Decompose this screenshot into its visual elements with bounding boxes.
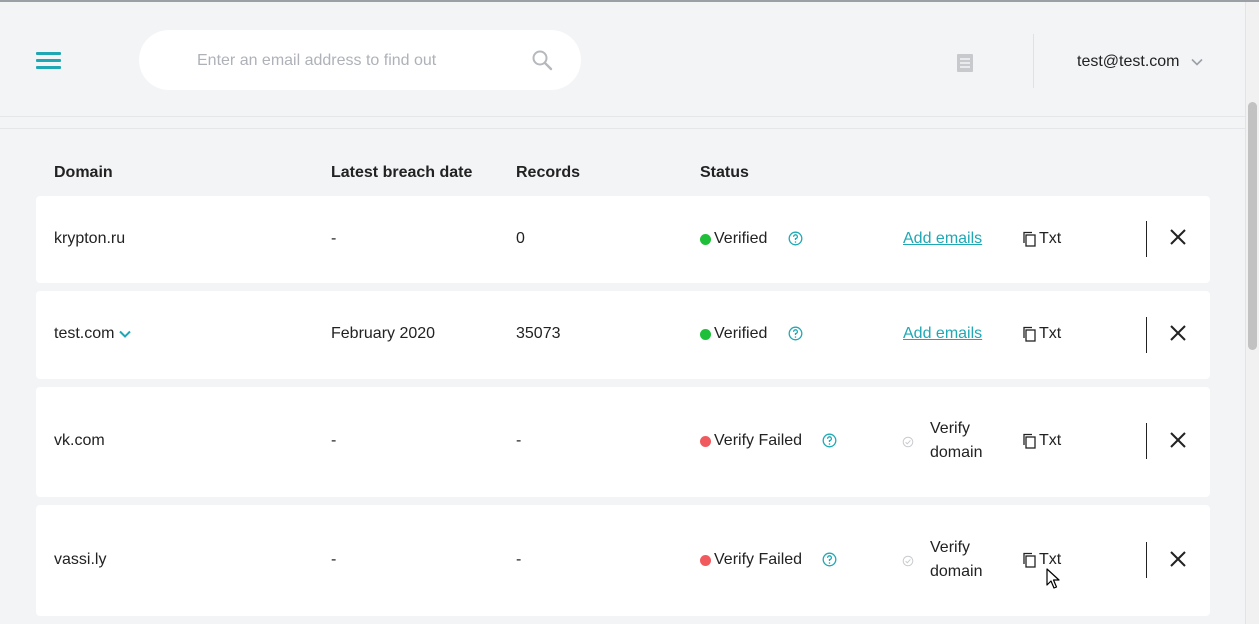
search-bar — [139, 30, 581, 90]
domain-cell: krypton.ru — [54, 230, 126, 247]
add-emails-link[interactable]: Add emails — [903, 230, 982, 248]
table-row: vk.com - - Verify Failed Verify domain T… — [36, 387, 1210, 497]
status-text: Verify Failed — [714, 551, 803, 568]
status-text: Verify Failed — [714, 432, 803, 449]
vertical-scrollbar[interactable] — [1245, 2, 1259, 624]
table-row: test.com February 2020 35073 Verified Ad… — [36, 291, 1210, 379]
status-text: Verified — [714, 325, 768, 342]
check-circle-icon — [902, 555, 914, 567]
copy-icon — [1023, 433, 1036, 449]
column-header-latest-breach-date: Latest breach date — [331, 164, 473, 181]
column-header-records: Records — [516, 164, 581, 181]
status-dot-verified — [700, 329, 711, 340]
table-row: krypton.ru - 0 Verified Add emails Txt — [36, 196, 1210, 283]
row-divider — [1146, 542, 1147, 578]
close-icon[interactable] — [1169, 324, 1187, 342]
status-text: Verified — [714, 230, 768, 247]
question-circle-icon[interactable] — [788, 326, 803, 341]
domain-cell: test.com — [54, 325, 132, 343]
header-separator — [0, 116, 1245, 117]
user-email: test@test.com — [1077, 53, 1180, 70]
verify-domain-line1: Verify — [930, 539, 971, 556]
verify-domain-line2: domain — [930, 444, 983, 461]
domain-cell: vk.com — [54, 432, 105, 449]
breach-date-cell: February 2020 — [331, 325, 436, 342]
user-menu[interactable]: test@test.com — [1077, 50, 1204, 74]
chevron-down-icon[interactable] — [118, 327, 132, 341]
copy-txt-label: Txt — [1039, 230, 1062, 247]
records-cell: 35073 — [516, 325, 561, 342]
copy-txt-button[interactable]: Txt — [1022, 323, 1061, 345]
copy-txt-button[interactable]: Txt — [1022, 430, 1061, 452]
status-dot-failed — [700, 555, 711, 566]
chevron-down-icon[interactable] — [1190, 55, 1204, 69]
question-circle-icon[interactable] — [822, 433, 837, 448]
add-emails-link[interactable]: Add emails — [903, 325, 982, 343]
breach-date-cell: - — [331, 432, 337, 449]
check-circle-icon — [902, 436, 914, 448]
verify-domain-button[interactable]: Verify domain — [930, 417, 1000, 465]
status-dot-failed — [700, 436, 711, 447]
close-icon[interactable] — [1169, 228, 1187, 246]
verify-domain-line1: Verify — [930, 420, 971, 437]
copy-icon — [1023, 231, 1036, 247]
row-divider — [1146, 423, 1147, 459]
row-divider — [1146, 221, 1147, 257]
close-icon[interactable] — [1169, 550, 1187, 568]
copy-txt-label: Txt — [1039, 551, 1062, 568]
copy-txt-label: Txt — [1039, 432, 1062, 449]
records-cell: - — [516, 551, 522, 568]
search-icon[interactable] — [531, 49, 553, 71]
records-cell: - — [516, 432, 522, 449]
verify-domain-button[interactable]: Verify domain — [930, 536, 1000, 584]
column-header-status: Status — [700, 164, 749, 181]
copy-icon — [1023, 552, 1036, 568]
header: test@test.com — [0, 2, 1245, 116]
table-row: vassi.ly - - Verify Failed Verify domain… — [36, 505, 1210, 616]
close-icon[interactable] — [1169, 431, 1187, 449]
scrollbar-thumb[interactable] — [1248, 102, 1257, 350]
search-input[interactable] — [195, 48, 519, 74]
copy-txt-button[interactable]: Txt — [1022, 228, 1061, 250]
copy-txt-label: Txt — [1039, 325, 1062, 342]
domain-name: test.com — [54, 325, 115, 342]
verify-domain-line2: domain — [930, 563, 983, 580]
hamburger-icon[interactable] — [36, 52, 62, 70]
status-dot-verified — [700, 234, 711, 245]
row-divider — [1146, 317, 1147, 353]
header-divider — [1033, 34, 1034, 88]
breach-date-cell: - — [331, 551, 337, 568]
domain-cell: vassi.ly — [54, 551, 107, 568]
breach-date-cell: - — [331, 230, 337, 247]
copy-icon — [1023, 326, 1036, 342]
content-separator — [0, 128, 1245, 129]
column-header-domain: Domain — [54, 164, 113, 181]
records-cell: 0 — [516, 230, 525, 247]
mouse-cursor-icon — [1046, 568, 1060, 589]
question-circle-icon[interactable] — [822, 552, 837, 567]
question-circle-icon[interactable] — [788, 231, 803, 246]
document-icon[interactable] — [955, 53, 975, 73]
